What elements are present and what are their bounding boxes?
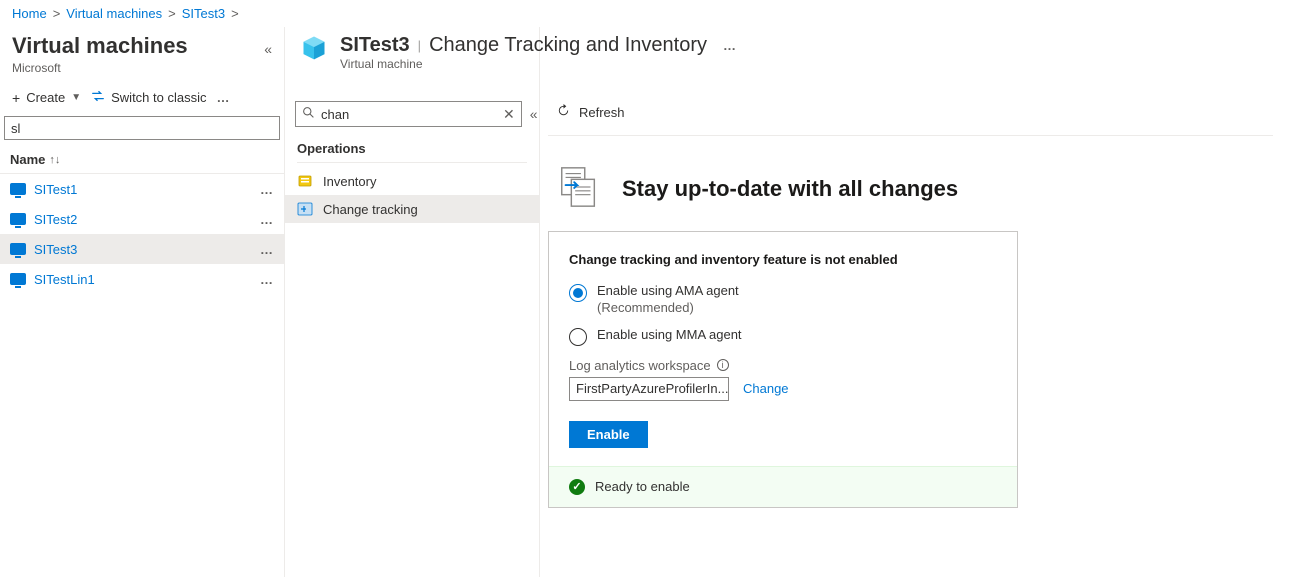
hero-title: Stay up-to-date with all changes <box>622 176 958 202</box>
chevron-down-icon: ▼ <box>71 92 81 103</box>
vm-row[interactable]: SITest3 … <box>0 234 284 264</box>
breadcrumb-item-home[interactable]: Home <box>12 6 47 21</box>
vm-row[interactable]: SITest2 … <box>0 204 284 234</box>
enable-button[interactable]: Enable <box>569 421 648 448</box>
vm-name-link[interactable]: SITest2 <box>34 212 77 227</box>
vm-list: SITest1 … SITest2 … SITest3 … <box>0 174 284 577</box>
divider <box>297 162 527 163</box>
more-actions-icon[interactable]: … <box>723 38 737 53</box>
refresh-label: Refresh <box>579 105 625 120</box>
vm-resource-icon <box>300 34 328 62</box>
row-more-icon[interactable]: … <box>260 182 274 197</box>
workspace-input[interactable]: FirstPartyAzureProfilerIn... <box>569 377 729 401</box>
switch-label: Switch to classic <box>111 90 206 105</box>
list-column-header[interactable]: Name ↑↓ <box>0 146 284 174</box>
resource-name: SITest3 <box>340 34 410 57</box>
vm-toolbar: + Create ▼ Switch to classic … <box>0 83 284 116</box>
vm-icon <box>10 213 26 225</box>
vm-icon <box>10 243 26 255</box>
chevron-right-icon: > <box>53 6 61 21</box>
success-check-icon: ✓ <box>569 479 585 495</box>
change-workspace-link[interactable]: Change <box>743 381 789 396</box>
row-more-icon[interactable]: … <box>260 242 274 257</box>
search-icon <box>302 106 315 122</box>
swap-icon <box>91 89 105 106</box>
breadcrumb-item-vms[interactable]: Virtual machines <box>66 6 162 21</box>
inventory-icon <box>297 173 313 189</box>
vm-filter-input[interactable] <box>4 116 280 140</box>
page-title: Change Tracking and Inventory <box>429 34 707 57</box>
title-separator: | <box>418 38 421 53</box>
info-icon[interactable]: i <box>717 359 729 371</box>
refresh-button[interactable]: Refresh <box>548 99 633 125</box>
enable-card: Change tracking and inventory feature is… <box>548 231 1018 508</box>
status-text: Ready to enable <box>595 479 690 494</box>
radio-ama-label: Enable using AMA agent <box>597 283 739 298</box>
menu-item-inventory[interactable]: Inventory <box>285 167 539 195</box>
plus-icon: + <box>12 90 20 106</box>
create-label: Create <box>26 90 65 105</box>
breadcrumb: Home > Virtual machines > SITest3 > <box>0 0 1289 27</box>
changes-illustration-icon <box>556 164 602 213</box>
vm-row[interactable]: SITestLin1 … <box>0 264 284 294</box>
vm-name-link[interactable]: SITest3 <box>34 242 77 257</box>
content-panel: Refresh Stay up-to-date with all changes <box>540 27 1289 577</box>
clear-search-icon[interactable]: ✕ <box>503 106 515 123</box>
vm-icon <box>10 183 26 195</box>
vm-panel-title: Virtual machines <box>12 33 188 59</box>
radio-mma-label: Enable using MMA agent <box>597 327 742 342</box>
resource-type-label: Virtual machine <box>340 57 737 71</box>
content-toolbar: Refresh <box>548 85 1273 136</box>
hero: Stay up-to-date with all changes <box>556 164 1273 213</box>
change-tracking-icon <box>297 201 313 217</box>
menu-item-label: Inventory <box>323 174 376 189</box>
row-more-icon[interactable]: … <box>260 272 274 287</box>
status-bar: ✓ Ready to enable <box>549 466 1017 507</box>
chevron-right-icon: > <box>231 6 239 21</box>
switch-classic-button[interactable]: Switch to classic <box>91 89 206 106</box>
create-button[interactable]: + Create ▼ <box>12 90 81 106</box>
vm-list-panel: Virtual machines « Microsoft + Create ▼ … <box>0 27 285 577</box>
card-heading: Change tracking and inventory feature is… <box>569 252 997 267</box>
toolbar-more-icon[interactable]: … <box>217 90 231 105</box>
menu-search-field[interactable] <box>321 107 497 122</box>
vm-row[interactable]: SITest1 … <box>0 174 284 204</box>
vm-name-link[interactable]: SITest1 <box>34 182 77 197</box>
refresh-icon <box>556 103 571 121</box>
radio-ama[interactable]: Enable using AMA agent (Recommended) <box>569 283 997 317</box>
collapse-menu-icon[interactable]: « <box>530 106 538 122</box>
vm-panel-subtitle: Microsoft <box>0 59 284 83</box>
chevron-right-icon: > <box>168 6 176 21</box>
collapse-panel-icon[interactable]: « <box>264 33 272 57</box>
menu-group-operations: Operations <box>285 135 539 160</box>
column-name-label: Name <box>10 152 45 167</box>
sort-asc-icon: ↑↓ <box>49 154 60 166</box>
radio-ama-sub: (Recommended) <box>597 300 694 315</box>
menu-item-label: Change tracking <box>323 202 418 217</box>
menu-search-input[interactable]: ✕ <box>295 101 522 127</box>
workspace-field-label: Log analytics workspace i <box>569 358 997 373</box>
radio-icon <box>569 284 587 302</box>
row-more-icon[interactable]: … <box>260 212 274 227</box>
radio-mma[interactable]: Enable using MMA agent <box>569 327 997 346</box>
vm-icon <box>10 273 26 285</box>
page-header: SITest3 | Change Tracking and Inventory … <box>300 34 1260 71</box>
resource-menu-panel: ✕ « Operations Inventory Change tracking <box>285 27 540 577</box>
breadcrumb-item-resource[interactable]: SITest3 <box>182 6 225 21</box>
vm-name-link[interactable]: SITestLin1 <box>34 272 95 287</box>
menu-item-change-tracking[interactable]: Change tracking <box>285 195 539 223</box>
radio-icon <box>569 328 587 346</box>
